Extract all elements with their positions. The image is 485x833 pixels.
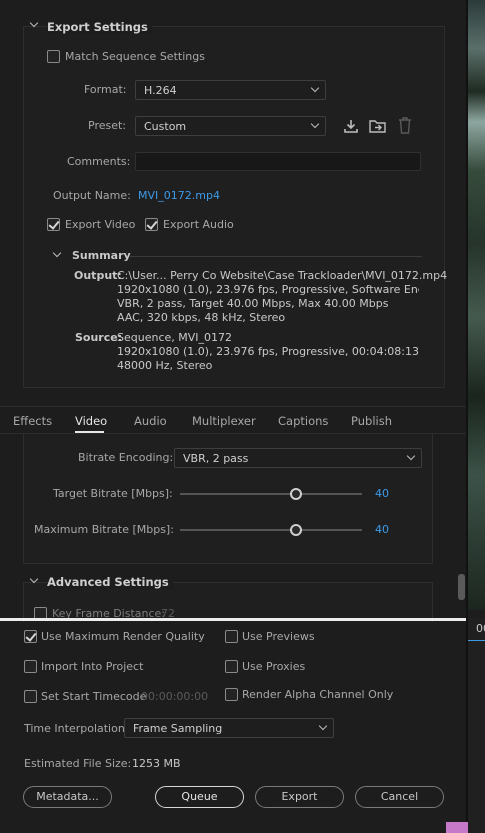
import-into-project-checkbox[interactable] <box>24 660 37 673</box>
export-video-label: Export Video <box>65 218 136 231</box>
output-name-link[interactable]: MVI_0172.mp4 <box>138 189 220 202</box>
start-timecode-value[interactable]: 00:00:00:00 <box>141 690 208 703</box>
chevron-down-icon <box>318 721 328 731</box>
maximum-bitrate-handle[interactable] <box>290 524 302 536</box>
output-name-label: Output Name: <box>53 189 131 202</box>
preset-dropdown[interactable]: Custom <box>135 116 326 136</box>
maximum-bitrate-value[interactable]: 40 <box>375 523 389 536</box>
export-button[interactable]: Export <box>255 786 344 808</box>
use-previews-checkbox[interactable] <box>225 630 238 643</box>
match-sequence-checkbox[interactable] <box>47 50 60 63</box>
render-alpha-checkbox[interactable] <box>225 688 238 701</box>
tab-video[interactable]: Video <box>75 414 107 428</box>
target-bitrate-handle[interactable] <box>290 488 302 500</box>
target-bitrate-value[interactable]: 40 <box>375 487 389 500</box>
estimated-file-size-value: 1253 MB <box>132 757 181 770</box>
comments-label: Comments: <box>67 155 131 168</box>
export-audio-label: Export Audio <box>163 218 234 231</box>
cancel-button[interactable]: Cancel <box>355 786 444 808</box>
export-video-checkbox[interactable] <box>47 218 60 231</box>
summary-output-line: VBR, 2 pass, Target 40.00 Mbps, Max 40.0… <box>117 297 389 310</box>
chevron-down-icon <box>406 451 416 461</box>
bitrate-encoding-label: Bitrate Encoding: <box>78 451 174 464</box>
use-max-render-label: Use Maximum Render Quality <box>41 630 205 643</box>
preset-label: Preset: <box>88 119 127 132</box>
summary-divider <box>130 256 422 257</box>
chevron-down-icon <box>310 119 320 129</box>
tab-audio[interactable]: Audio <box>134 414 167 428</box>
use-proxies-label: Use Proxies <box>242 660 306 673</box>
use-max-render-checkbox[interactable] <box>24 630 37 643</box>
timeline-clip <box>446 822 468 833</box>
tab-effects[interactable]: Effects <box>13 414 52 428</box>
save-preset-icon[interactable] <box>343 118 359 134</box>
time-interpolation-value: Frame Sampling <box>133 722 223 735</box>
delete-preset-icon[interactable] <box>398 117 412 134</box>
program-monitor-strip <box>468 0 485 610</box>
maximum-bitrate-track[interactable] <box>180 529 362 531</box>
set-start-timecode-label: Set Start Timecode <box>41 690 147 703</box>
chevron-down-icon <box>310 83 320 93</box>
summary-output-line: C:\User... Perry Co Website\Case Tracklo… <box>117 269 448 282</box>
timeline-timecode: 00 <box>476 622 485 635</box>
target-bitrate-track[interactable] <box>180 493 362 495</box>
summary-source-line: Sequence, MVI_0172 <box>117 331 233 344</box>
bitrate-encoding-value: VBR, 2 pass <box>183 452 249 465</box>
queue-button[interactable]: Queue <box>155 786 244 808</box>
use-proxies-checkbox[interactable] <box>225 660 238 673</box>
time-interpolation-dropdown[interactable]: Frame Sampling <box>124 718 334 738</box>
import-preset-icon[interactable] <box>369 118 387 134</box>
summary-output-line: 1920x1080 (1.0), 23.976 fps, Progressive… <box>117 283 419 296</box>
estimated-file-size-label: Estimated File Size: <box>24 757 132 770</box>
target-bitrate-label: Target Bitrate [Mbps]: <box>53 487 173 500</box>
tab-publish[interactable]: Publish <box>351 414 392 428</box>
active-tab-underline <box>75 431 104 433</box>
bitrate-encoding-dropdown[interactable]: VBR, 2 pass <box>174 448 422 468</box>
match-sequence-label: Match Sequence Settings <box>65 50 205 63</box>
maximum-bitrate-label: Maximum Bitrate [Mbps]: <box>34 523 174 536</box>
time-interpolation-label: Time Interpolation: <box>24 722 129 735</box>
comments-input[interactable] <box>135 152 421 171</box>
render-alpha-label: Render Alpha Channel Only <box>242 688 394 701</box>
export-audio-checkbox[interactable] <box>145 218 158 231</box>
preset-value: Custom <box>144 120 187 133</box>
summary-output-label: Output: <box>74 269 122 282</box>
summary-source-label: Source: <box>75 331 123 344</box>
summary-source-line: 1920x1080 (1.0), 23.976 fps, Progressive… <box>117 345 420 358</box>
tab-multiplexer[interactable]: Multiplexer <box>192 414 256 428</box>
metadata-button[interactable]: Metadata... <box>23 786 112 808</box>
format-dropdown[interactable]: H.264 <box>135 80 326 100</box>
set-start-timecode-checkbox[interactable] <box>24 690 37 703</box>
timeline-strip <box>468 618 485 833</box>
timeline-playhead-line <box>468 640 485 641</box>
panel-split-divider[interactable] <box>0 618 466 621</box>
format-value: H.264 <box>144 84 177 97</box>
summary-output-line: AAC, 320 kbps, 48 kHz, Stereo <box>117 311 286 324</box>
export-settings-title: Export Settings <box>47 20 152 34</box>
summary-source-line: 48000 Hz, Stereo <box>117 359 213 372</box>
summary-title: Summary <box>72 249 131 262</box>
advanced-settings-title: Advanced Settings <box>47 575 173 589</box>
scrollbar-thumb[interactable] <box>458 574 465 600</box>
use-previews-label: Use Previews <box>242 630 315 643</box>
format-label: Format: <box>84 83 127 96</box>
import-into-project-label: Import Into Project <box>41 660 144 673</box>
tab-captions[interactable]: Captions <box>278 414 328 428</box>
